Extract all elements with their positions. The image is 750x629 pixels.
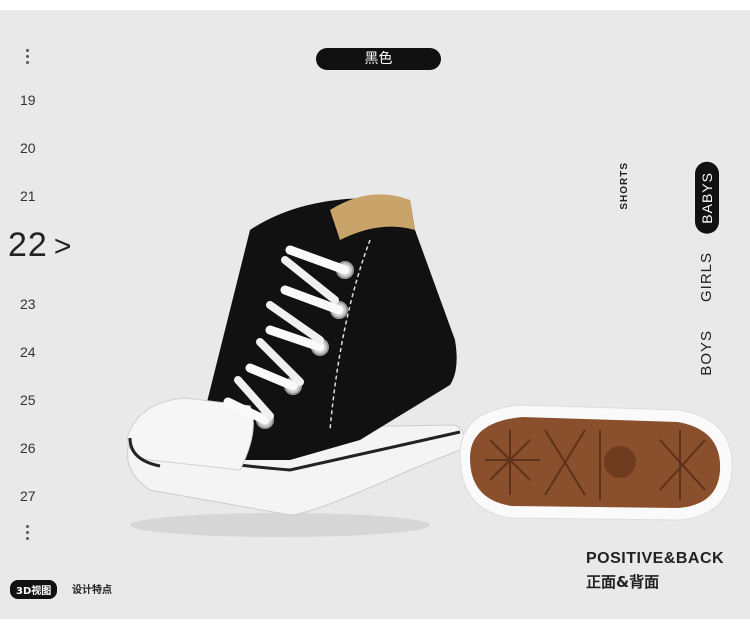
size-option[interactable]: 24	[20, 344, 36, 360]
size-option[interactable]: 20	[20, 140, 36, 156]
size-option-active[interactable]: 22 >	[8, 226, 72, 265]
view-title-en: POSITIVE&BACK	[586, 550, 725, 567]
category-boys[interactable]: BOYS	[698, 330, 715, 376]
active-size-label: 22	[8, 226, 48, 264]
chevron-right-icon: >	[53, 230, 73, 263]
size-option[interactable]: 23	[20, 296, 36, 312]
shoe-sole-image	[459, 404, 733, 521]
design-feature-label: 设计特点	[72, 585, 112, 596]
shoe-side-view-image	[127, 194, 465, 537]
vertical-dots-icon	[26, 46, 30, 67]
category-shorts[interactable]: SHORTS	[619, 162, 630, 210]
category-babys-active[interactable]: BABYS	[695, 162, 719, 234]
size-option[interactable]: 27	[20, 488, 36, 504]
view-title-cn: 正面&背面	[586, 573, 660, 591]
3d-view-badge[interactable]: 3D视图	[10, 580, 58, 599]
size-option[interactable]: 19	[20, 92, 36, 108]
size-selector: 19 20 21 22 > 23 24 25 26 27	[0, 10, 90, 619]
size-option[interactable]: 25	[20, 392, 36, 408]
size-option[interactable]: 26	[20, 440, 36, 456]
color-label-pill[interactable]: 黑色	[316, 48, 441, 70]
size-option[interactable]: 21	[20, 188, 36, 204]
category-girls[interactable]: GIRLS	[698, 252, 715, 302]
vertical-dots-icon	[26, 522, 30, 543]
product-detail-panel: 19 20 21 22 > 23 24 25 26 27 黑色 SHORTS BA…	[0, 10, 750, 619]
